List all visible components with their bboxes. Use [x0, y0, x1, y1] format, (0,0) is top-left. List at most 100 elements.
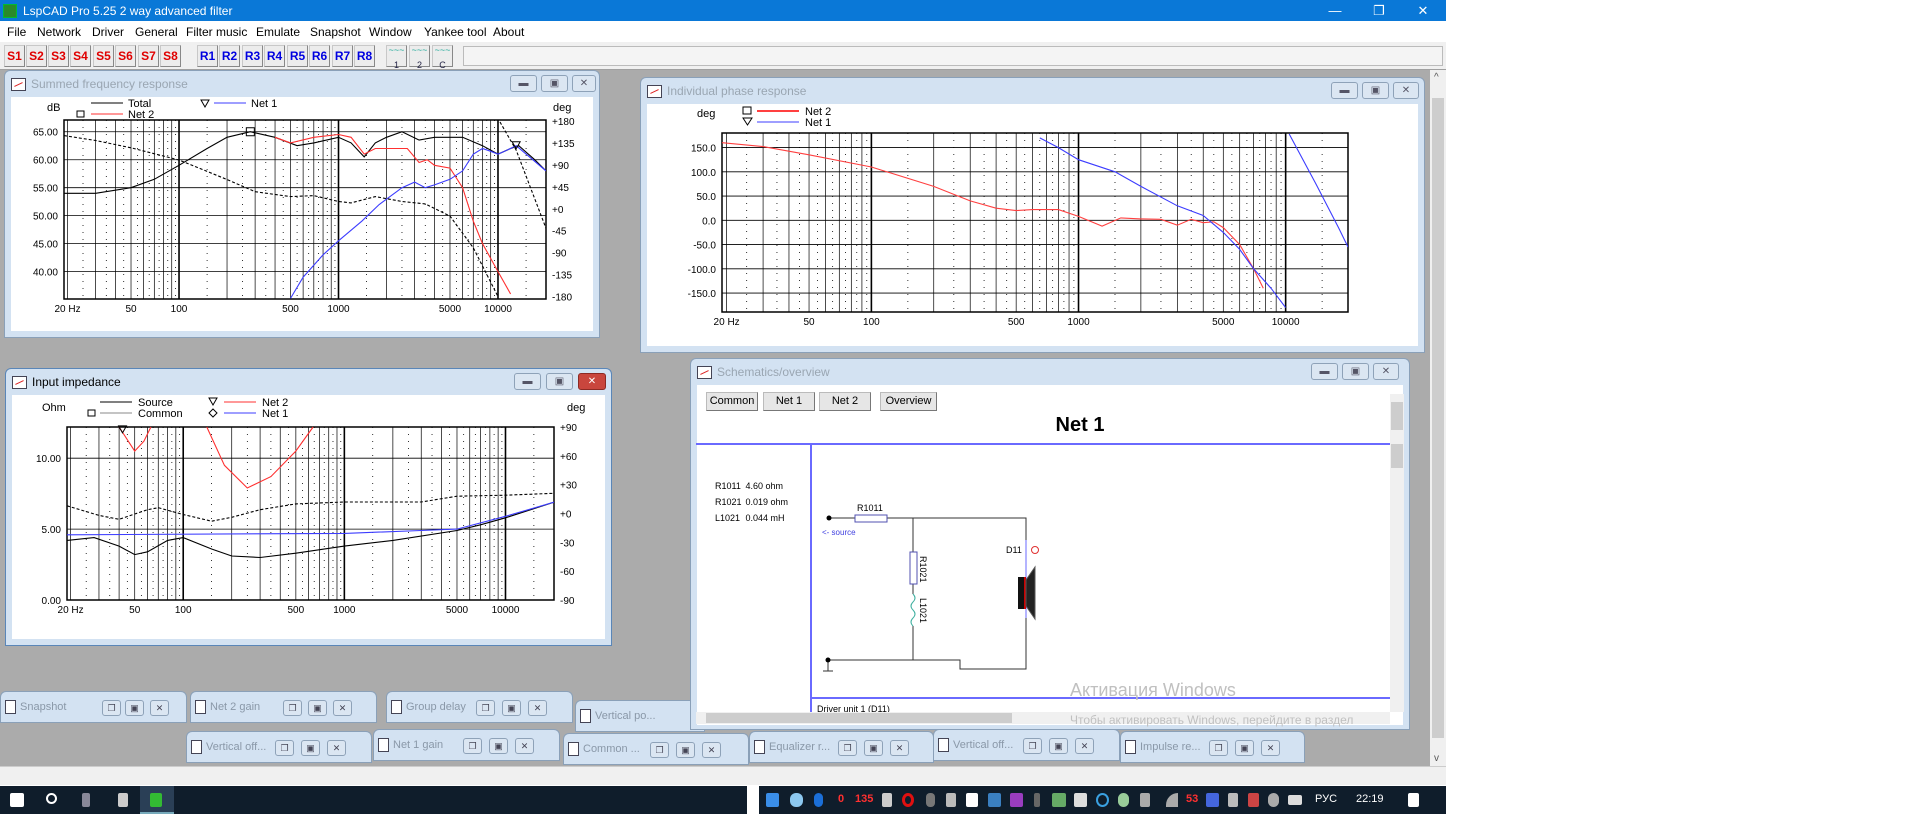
maximize-button[interactable]: ▣ — [489, 738, 508, 754]
recall-r4-button[interactable]: R4 — [264, 45, 285, 67]
maximize-button[interactable]: ▣ — [502, 700, 521, 716]
recall-r6-button[interactable]: R6 — [309, 45, 330, 67]
window-close-button[interactable]: ✕ — [1393, 82, 1419, 99]
maximize-button[interactable]: ❐ — [1357, 0, 1401, 21]
bluetooth-icon[interactable] — [814, 793, 823, 807]
window-close-button[interactable]: ✕ — [578, 373, 606, 390]
tray-app-icon[interactable] — [882, 793, 892, 807]
close-button[interactable]: ✕ — [890, 740, 909, 756]
net-1-filter-button[interactable]: ~~~ 1 — [386, 45, 407, 70]
maximize-button[interactable]: ▣ — [1049, 738, 1068, 754]
resistor-r1011[interactable] — [854, 514, 888, 523]
window-maximize-button[interactable]: ▣ — [546, 373, 573, 390]
window-app-icon[interactable] — [1074, 793, 1087, 807]
restore-button[interactable]: ❐ — [275, 740, 294, 756]
close-button[interactable]: ✕ — [333, 700, 352, 716]
tray-app-icon[interactable] — [766, 793, 779, 807]
maximize-button[interactable]: ▣ — [1235, 740, 1254, 756]
menu-file[interactable]: File — [7, 25, 26, 39]
close-button[interactable]: ✕ — [528, 700, 547, 716]
recall-r8-button[interactable]: R8 — [354, 45, 375, 67]
volume-icon[interactable] — [1140, 793, 1150, 807]
recall-r7-button[interactable]: R7 — [332, 45, 353, 67]
network-disconnected-icon[interactable] — [1248, 793, 1259, 807]
lspcad-taskbar-button[interactable] — [140, 786, 174, 814]
speaker-tray-icon[interactable] — [1268, 793, 1279, 807]
tray-badge[interactable]: 0 — [838, 793, 844, 805]
restore-button[interactable]: ❐ — [838, 740, 857, 756]
chevron-right-icon[interactable] — [1034, 793, 1040, 807]
window-maximize-button[interactable]: ▣ — [541, 75, 568, 92]
wifi-icon[interactable] — [1166, 793, 1178, 807]
snapshot-s6-button[interactable]: S6 — [115, 45, 136, 67]
minimized-window-common[interactable]: Common ... ❐ ▣ ✕ — [563, 733, 749, 765]
common-filter-button[interactable]: ~~~ C — [432, 45, 453, 70]
schematic-vertical-scrollbar[interactable] — [1390, 440, 1404, 712]
restore-button[interactable]: ❐ — [1209, 740, 1228, 756]
shield-icon[interactable] — [926, 793, 935, 807]
search-icon[interactable] — [46, 793, 57, 804]
snapshot-s7-button[interactable]: S7 — [138, 45, 159, 67]
minimized-window-equalizer[interactable]: Equalizer r... ❐ ▣ ✕ — [749, 731, 934, 763]
menu-about[interactable]: About — [493, 25, 524, 39]
schematic-overview-button[interactable]: Overview — [880, 392, 937, 411]
tray-badge[interactable]: 53 — [1186, 793, 1198, 805]
menu-filter-music[interactable]: Filter music — [186, 25, 247, 39]
maximize-button[interactable]: ▣ — [676, 742, 695, 758]
recall-r3-button[interactable]: R3 — [242, 45, 263, 67]
cloud-icon[interactable] — [790, 793, 803, 807]
close-button[interactable]: ✕ — [1075, 738, 1094, 754]
scroll-down-icon[interactable]: v — [1434, 753, 1439, 764]
window-minimize-button[interactable]: ▬ — [1331, 82, 1358, 99]
snapshot-s8-button[interactable]: S8 — [160, 45, 181, 67]
restore-button[interactable]: ❐ — [650, 742, 669, 758]
monitor-icon[interactable] — [1206, 793, 1219, 807]
schematic-vertical-scrollbar-top[interactable] — [1390, 394, 1404, 444]
network-app-icon[interactable] — [1096, 793, 1109, 807]
notifications-icon[interactable] — [1408, 793, 1419, 807]
window-title-bar[interactable]: Schematics/overview — [691, 359, 1409, 385]
recall-r2-button[interactable]: R2 — [219, 45, 240, 67]
snapshot-s5-button[interactable]: S5 — [93, 45, 114, 67]
window-minimize-button[interactable]: ▬ — [1311, 363, 1338, 380]
alien-icon[interactable] — [1118, 793, 1129, 807]
window-minimize-button[interactable]: ▬ — [514, 373, 541, 390]
recall-r5-button[interactable]: R5 — [287, 45, 308, 67]
photos-icon[interactable] — [1010, 793, 1023, 807]
close-button[interactable]: ✕ — [1401, 0, 1445, 21]
battery-icon[interactable] — [1288, 795, 1302, 805]
snapshot-s1-button[interactable]: S1 — [4, 45, 25, 67]
close-button[interactable]: ✕ — [702, 742, 721, 758]
close-button[interactable]: ✕ — [515, 738, 534, 754]
menu-yankee-tool[interactable]: Yankee tool — [424, 25, 487, 39]
menu-driver[interactable]: Driver — [92, 25, 124, 39]
clock[interactable]: 22:19 — [1356, 793, 1384, 805]
maximize-button[interactable]: ▣ — [125, 700, 144, 716]
close-button[interactable]: ✕ — [1261, 740, 1280, 756]
minimized-window-net-1-gain[interactable]: Net 1 gain ❐ ▣ ✕ — [373, 729, 560, 761]
restore-button[interactable]: ❐ — [1023, 738, 1042, 754]
source-terminal[interactable] — [826, 515, 832, 521]
close-button[interactable]: ✕ — [327, 740, 346, 756]
window-maximize-button[interactable]: ▣ — [1342, 363, 1369, 380]
restore-button[interactable]: ❐ — [102, 700, 121, 716]
schematic-net2-button[interactable]: Net 2 — [819, 392, 871, 411]
resistor-r1021[interactable] — [909, 551, 918, 585]
snapshot-s3-button[interactable]: S3 — [48, 45, 69, 67]
maximize-button[interactable]: ▣ — [301, 740, 320, 756]
input-language[interactable]: РУС — [1315, 793, 1337, 805]
restore-button[interactable]: ❐ — [476, 700, 495, 716]
window-close-button[interactable]: ✕ — [1373, 363, 1399, 380]
snapshot-s4-button[interactable]: S4 — [70, 45, 91, 67]
assistant-icon[interactable] — [82, 793, 90, 807]
maximize-button[interactable]: ▣ — [864, 740, 883, 756]
menu-general[interactable]: General — [135, 25, 178, 39]
menu-window[interactable]: Window — [369, 25, 412, 39]
toolbar-field[interactable] — [463, 46, 1443, 66]
windows-start-icon[interactable] — [10, 793, 24, 807]
restore-button[interactable]: ❐ — [283, 700, 302, 716]
airplane-icon[interactable] — [1228, 793, 1238, 807]
minimized-window-snapshot[interactable]: Snapshot ❐ ▣ ✕ — [0, 691, 187, 723]
window-close-button[interactable]: ✕ — [572, 75, 596, 92]
minimize-button[interactable]: — — [1313, 0, 1357, 21]
